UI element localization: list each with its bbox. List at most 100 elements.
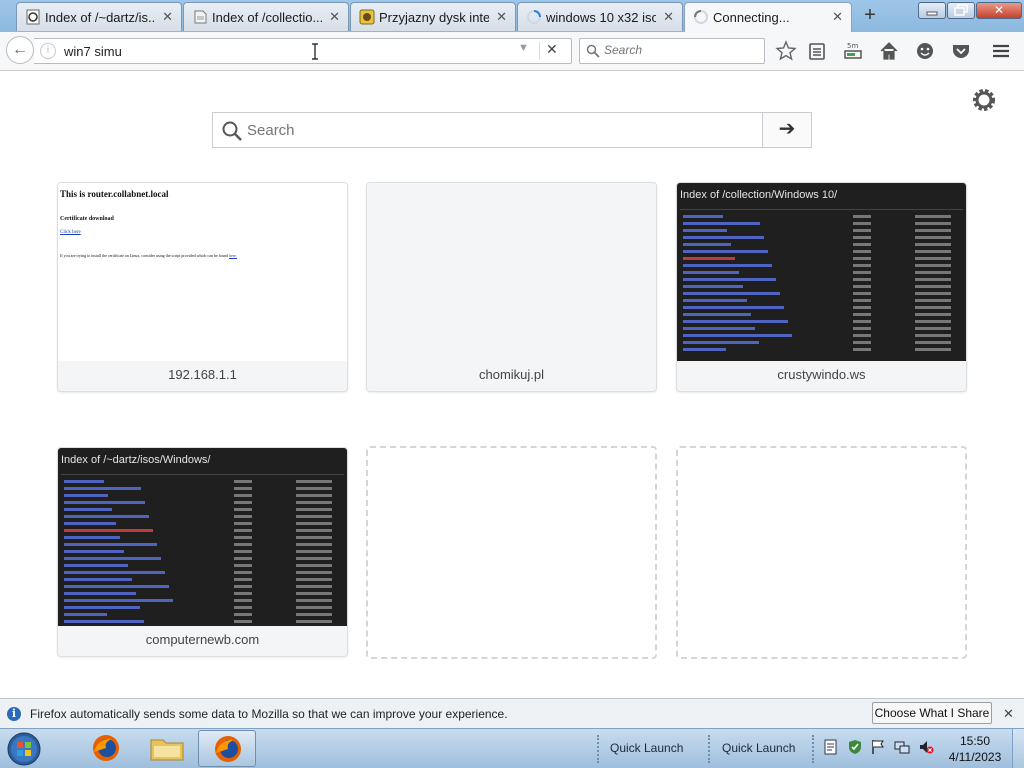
gear-icon[interactable] <box>970 86 998 114</box>
volume-muted-icon[interactable] <box>918 739 934 755</box>
close-tab-icon[interactable]: ✕ <box>663 10 674 24</box>
close-icon: ✕ <box>993 3 1005 17</box>
url-input[interactable] <box>64 42 504 60</box>
search-bar[interactable] <box>579 38 765 64</box>
tile-thumbnail: Index of /~dartz/isos/Windows/ <box>58 448 347 626</box>
tile-thumbnail <box>367 183 656 361</box>
tile-label: crustywindo.ws <box>777 367 866 382</box>
tile-label: computernewb.com <box>145 632 260 647</box>
tile-thumbnail: This is router.collabnet.local Certifica… <box>58 183 347 361</box>
newtab-search-box[interactable]: ➔ <box>212 112 812 148</box>
action-center-flag-icon[interactable] <box>870 739 886 755</box>
divider <box>61 474 344 475</box>
tab-label: windows 10 x32 iso... <box>546 10 656 25</box>
network-icon[interactable] <box>894 739 910 755</box>
top-site-tile-crustywindows[interactable]: Index of /collection/Windows 10/ crustyw… <box>676 182 967 392</box>
bookmarks-list-icon[interactable] <box>806 40 828 62</box>
quick-launch-toolbar[interactable]: Quick Launch <box>722 741 795 755</box>
search-input[interactable] <box>604 43 754 57</box>
hello-chat-icon[interactable] <box>914 40 936 62</box>
loading-spinner-icon <box>527 10 541 24</box>
close-tab-icon[interactable]: ✕ <box>162 10 173 24</box>
arrow-right-icon: ➔ <box>778 118 796 140</box>
security-shield-icon[interactable] <box>847 739 863 755</box>
divider <box>680 209 963 210</box>
thumb-title: Index of /collection/Windows 10/ <box>680 189 838 201</box>
tab-label: Przyjazny dysk inte... <box>379 10 489 25</box>
doc-body-text: If you are trying to install the certifi… <box>60 253 229 258</box>
site-info-icon[interactable]: i <box>40 43 56 59</box>
chomikuj-icon <box>359 9 375 25</box>
url-dropdown-icon[interactable]: ▼ <box>518 42 529 54</box>
system-clock[interactable]: 15:50 4/11/2023 <box>944 733 1006 765</box>
top-site-tile-192-168-1-1[interactable]: This is router.collabnet.local Certifica… <box>57 182 348 392</box>
start-button[interactable] <box>4 730 44 768</box>
empty-tile-slot[interactable] <box>366 446 657 659</box>
info-icon: i <box>7 707 21 721</box>
url-bar[interactable]: i ▼ ✕ <box>34 38 572 64</box>
close-tab-icon[interactable]: ✕ <box>832 10 843 24</box>
divider <box>539 42 540 60</box>
document-tray-icon[interactable] <box>823 739 839 755</box>
restore-icon <box>954 4 968 16</box>
tab-dartz-isos[interactable]: Index of /~dartz/is... ✕ <box>16 2 182 31</box>
page-icon <box>194 10 207 24</box>
empty-tile-slot[interactable] <box>676 446 967 659</box>
new-tab-page: ➔ This is router.collabnet.local Certifi… <box>0 71 1024 698</box>
tab-przyjazny-dysk[interactable]: Przyjazny dysk inte... ✕ <box>350 2 516 31</box>
back-arrow-icon: ← <box>12 41 28 58</box>
search-go-button[interactable]: ➔ <box>762 113 811 147</box>
close-window-button[interactable]: ✕ <box>976 2 1022 19</box>
minimize-button[interactable] <box>918 2 946 19</box>
close-tab-icon[interactable]: ✕ <box>496 10 507 24</box>
folder-icon <box>150 739 184 761</box>
clock-date: 4/11/2023 <box>948 750 1002 764</box>
choose-what-i-share-button[interactable]: Choose What I Share <box>872 702 992 724</box>
tab-connecting[interactable]: Connecting... ✕ <box>684 2 852 32</box>
notification-text: Firefox automatically sends some data to… <box>30 707 508 721</box>
new-tab-button[interactable]: + <box>860 5 880 25</box>
toolbar-grip[interactable] <box>597 735 603 763</box>
taskbar-firefox-pinned[interactable] <box>80 730 138 767</box>
back-button[interactable]: ← <box>6 36 34 64</box>
downloads-icon[interactable]: 5m <box>842 40 864 62</box>
tile-thumbnail: Index of /collection/Windows 10/ <box>677 183 966 361</box>
text-cursor-icon <box>312 43 318 60</box>
close-tab-icon[interactable]: ✕ <box>329 10 340 24</box>
loading-spinner-icon <box>694 10 708 24</box>
taskbar-explorer[interactable] <box>139 730 197 767</box>
bookmark-star-icon[interactable] <box>775 40 797 62</box>
tab-label: Index of /collectio... <box>212 10 322 25</box>
quick-launch-toolbar[interactable]: Quick Launch <box>610 741 683 755</box>
tab-label: Index of /~dartz/is... <box>45 10 155 25</box>
navigation-toolbar: ← i ▼ ✕ 5m <box>0 32 1024 71</box>
top-site-tile-computernewb[interactable]: Index of /~dartz/isos/Windows/ computern… <box>57 447 348 657</box>
minimize-icon <box>926 11 938 16</box>
close-notification-icon[interactable]: ✕ <box>1003 706 1014 722</box>
newtab-search-input[interactable] <box>247 120 747 140</box>
menu-icon[interactable] <box>990 40 1012 62</box>
tile-label: 192.168.1.1 <box>168 367 237 382</box>
top-site-tile-chomikuj[interactable]: chomikuj.pl <box>366 182 657 392</box>
tile-label: chomikuj.pl <box>478 367 545 382</box>
tab-strip: Index of /~dartz/is... ✕ Index of /colle… <box>0 0 1024 32</box>
tab-windows-10-iso[interactable]: windows 10 x32 iso... ✕ <box>517 2 683 31</box>
toolbar-grip[interactable] <box>708 735 714 763</box>
firefox-icon <box>215 736 241 762</box>
clear-url-icon[interactable]: ✕ <box>546 41 558 58</box>
taskbar-firefox-active[interactable] <box>198 730 256 767</box>
home-icon[interactable] <box>878 40 900 62</box>
thumb-title: Index of /~dartz/isos/Windows/ <box>61 454 211 466</box>
doc-subheading: Certificate download <box>60 216 114 222</box>
show-desktop-button[interactable] <box>1012 729 1024 768</box>
search-icon <box>222 121 242 141</box>
restore-button[interactable] <box>947 2 975 19</box>
pocket-icon[interactable] <box>950 40 972 62</box>
clock-time: 15:50 <box>959 734 991 748</box>
toolbar-grip[interactable] <box>812 735 818 763</box>
doc-body: If you are trying to install the certifi… <box>60 253 237 258</box>
doc-body-link: here. <box>229 253 237 258</box>
tab-collection[interactable]: Index of /collectio... ✕ <box>183 2 349 31</box>
tab-label: Connecting... <box>713 10 790 25</box>
search-icon <box>586 44 600 58</box>
